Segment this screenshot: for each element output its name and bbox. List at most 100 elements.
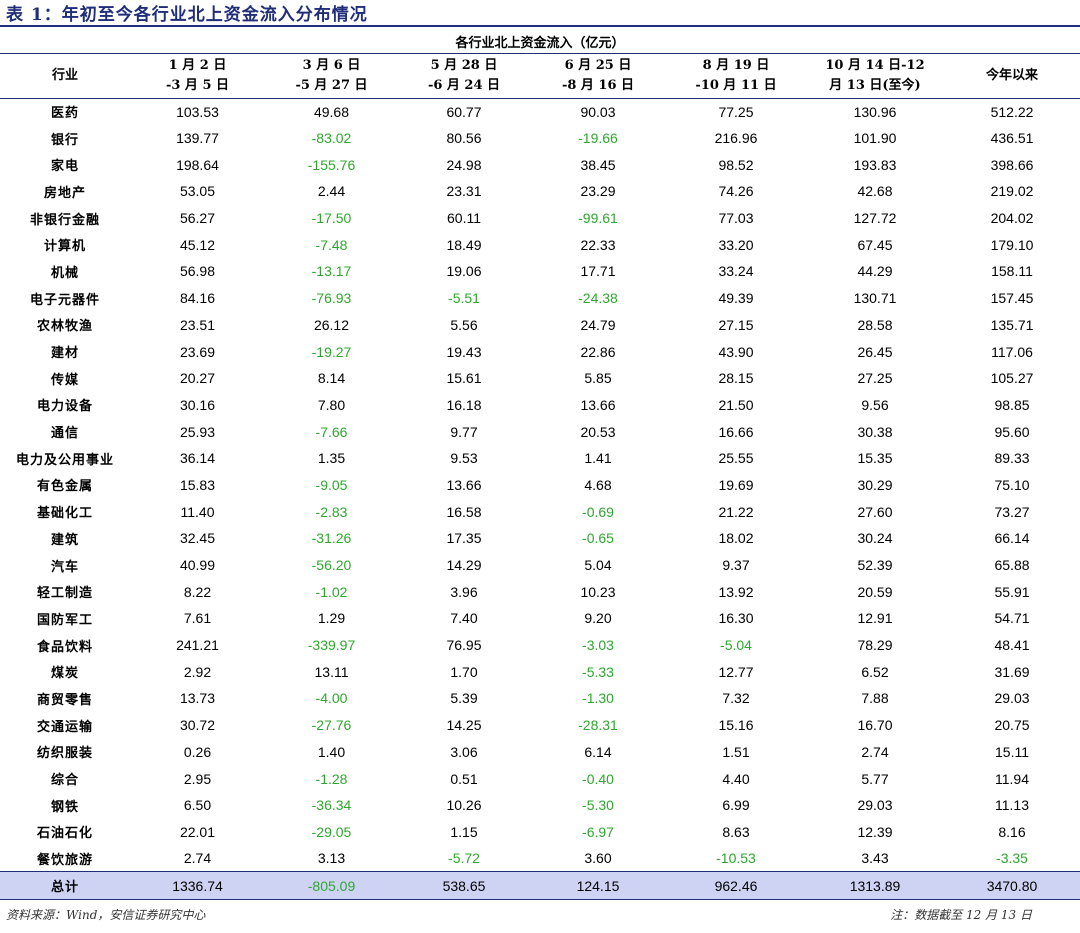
flow-value: 7.80 bbox=[317, 396, 346, 413]
flow-value: -339.97 bbox=[307, 637, 356, 654]
flow-value: -4.00 bbox=[315, 690, 348, 707]
flow-value: 27.25 bbox=[857, 370, 893, 387]
industry-name: 建筑 bbox=[50, 532, 79, 548]
flow-value: 7.61 bbox=[183, 610, 212, 627]
flow-value: 0.26 bbox=[183, 743, 212, 760]
flow-value: 24.98 bbox=[446, 156, 482, 173]
flow-value: 90.03 bbox=[580, 103, 616, 120]
flow-value: 84.16 bbox=[179, 290, 216, 307]
flow-value: 9.56 bbox=[861, 396, 889, 413]
table-body: 医药 103.53 49.68 60.77 90.03 77.25 130.96 512.22… bbox=[0, 98, 1080, 901]
flow-value: 29.03 bbox=[857, 797, 893, 814]
table-row: 家电 198.64 -155.76 24.98 38.45 98.52 193.83 398.… bbox=[0, 151, 1080, 178]
flow-value: 76.95 bbox=[446, 637, 482, 654]
flow-value: 7.40 bbox=[450, 610, 478, 627]
flow-value: 130.96 bbox=[853, 103, 897, 120]
table-row: 轻工制造 8.22 -1.02 3.96 10.23 13.92 20.59 55.91 bbox=[0, 578, 1080, 605]
flow-value: -7.48 bbox=[315, 236, 348, 253]
table-row: 医药 103.53 49.68 60.77 90.03 77.25 130.96 512.22 bbox=[0, 98, 1080, 125]
column-header-period-1: 1 月 2 日 -3 月 5 日 bbox=[130, 53, 265, 99]
flow-value: 6.14 bbox=[584, 743, 612, 760]
industry-name: 食品饮料 bbox=[36, 639, 93, 655]
total-row: 总计 1336.74 -805.09 538.65 124.15 962.46 1313.8… bbox=[0, 871, 1080, 901]
flow-value: 3.06 bbox=[450, 743, 478, 760]
flow-value: 27.60 bbox=[857, 503, 893, 520]
flow-value: 53.05 bbox=[179, 183, 216, 200]
flow-value: 25.55 bbox=[718, 450, 754, 467]
flow-value: 15.16 bbox=[718, 717, 754, 734]
flow-value: 20.75 bbox=[994, 717, 1030, 734]
flow-value: 30.24 bbox=[857, 530, 893, 547]
flow-value: 139.77 bbox=[176, 130, 219, 147]
flow-value: 5.85 bbox=[584, 370, 612, 387]
flow-value: 117.06 bbox=[991, 343, 1033, 360]
flow-value: 13.92 bbox=[718, 583, 754, 600]
industry-name: 机械 bbox=[50, 265, 79, 281]
flow-value: 32.45 bbox=[179, 530, 216, 547]
flow-value: -29.05 bbox=[311, 823, 352, 840]
table-row: 通信 25.93 -7.66 9.77 20.53 16.66 30.38 95.60 bbox=[0, 418, 1080, 445]
flow-value: -13.17 bbox=[311, 263, 352, 280]
flow-value: 28.58 bbox=[857, 316, 893, 333]
flow-value: 10.23 bbox=[580, 583, 616, 600]
table-row: 银行 139.77 -83.02 80.56 -19.66 216.96 101.90 436… bbox=[0, 125, 1080, 152]
flow-value: 98.85 bbox=[994, 396, 1030, 413]
table-row: 纺织服装 0.26 1.40 3.06 6.14 1.51 2.74 15.11 bbox=[0, 739, 1080, 766]
flow-value: 9.37 bbox=[722, 557, 750, 574]
flow-value: 36.14 bbox=[179, 450, 216, 467]
total-value: 1336.74 bbox=[130, 871, 265, 901]
flow-value: 60.11 bbox=[447, 210, 481, 227]
flow-value: 38.45 bbox=[580, 156, 616, 173]
flow-value: 30.72 bbox=[179, 717, 216, 734]
flow-value: 15.11 bbox=[995, 743, 1029, 760]
column-header-row: 行业 1 月 2 日 -3 月 5 日3 月 6 日 -5 月 27 日5 月 2… bbox=[0, 53, 1080, 99]
column-header-period-3: 5 月 28 日 -6 月 24 日 bbox=[398, 53, 530, 99]
table-title: 表 1：年初至今各行业北上资金流入分布情况 bbox=[6, 5, 368, 25]
flow-value: 216.96 bbox=[714, 130, 758, 147]
flow-value: 3.43 bbox=[861, 850, 889, 867]
industry-name: 家电 bbox=[50, 159, 79, 175]
industry-name: 轻工制造 bbox=[36, 586, 93, 602]
table-row: 电力及公用事业 36.14 1.35 9.53 1.41 25.55 15.35 89.33 bbox=[0, 445, 1080, 472]
flow-value: 23.51 bbox=[179, 316, 216, 333]
flow-value: -83.02 bbox=[311, 130, 352, 147]
flow-value: 30.38 bbox=[857, 423, 893, 440]
column-header-period-2: 3 月 6 日 -5 月 27 日 bbox=[265, 53, 398, 99]
flow-value: 20.53 bbox=[580, 423, 616, 440]
flow-value: 13.73 bbox=[179, 690, 216, 707]
flow-value: 6.99 bbox=[722, 797, 750, 814]
flow-value: -99.61 bbox=[578, 210, 618, 227]
industry-name: 钢铁 bbox=[50, 799, 79, 815]
table-row: 食品饮料 241.21 -339.97 76.95 -3.03 -5.04 78.29 48.… bbox=[0, 632, 1080, 659]
flow-value: 9.53 bbox=[450, 450, 478, 467]
flow-value: 5.56 bbox=[450, 316, 478, 333]
flow-value: 13.66 bbox=[446, 476, 482, 493]
flow-value: 33.20 bbox=[718, 236, 754, 253]
flow-value: 1.41 bbox=[584, 450, 612, 467]
footer: 资料来源：Wind，安信证券研究中心 注：数据截至 12 月 13 日 bbox=[0, 906, 1080, 926]
industry-name: 计算机 bbox=[43, 239, 86, 255]
industry-name: 煤炭 bbox=[50, 666, 79, 682]
flow-value: 5.39 bbox=[450, 690, 478, 707]
flow-value: 16.58 bbox=[446, 503, 482, 520]
flow-value: 16.66 bbox=[718, 423, 754, 440]
industry-name: 房地产 bbox=[43, 185, 86, 201]
table-row: 建材 23.69 -19.27 19.43 22.86 43.90 26.45 117.06 bbox=[0, 338, 1080, 365]
flow-value: 31.69 bbox=[994, 663, 1030, 680]
flow-value: 27.15 bbox=[718, 316, 754, 333]
flow-value: -7.66 bbox=[315, 423, 348, 440]
industry-name: 石油石化 bbox=[36, 826, 93, 842]
flow-value: -28.31 bbox=[578, 717, 618, 734]
flow-value: -5.72 bbox=[448, 850, 480, 867]
industry-flow-table: 各行业北上资金流入（亿元） 行业 1 月 2 日 -3 月 5 日3 月 6 日 … bbox=[0, 30, 1080, 901]
flow-value: -1.02 bbox=[315, 583, 348, 600]
flow-value: 75.10 bbox=[994, 476, 1030, 493]
table-row: 电力设备 30.16 7.80 16.18 13.66 21.50 9.56 98.85 bbox=[0, 392, 1080, 419]
flow-value: 54.71 bbox=[994, 610, 1030, 627]
flow-value: 77.03 bbox=[718, 210, 754, 227]
flow-value: 6.52 bbox=[861, 663, 889, 680]
industry-name: 餐饮旅游 bbox=[36, 852, 93, 868]
flow-value: 11.40 bbox=[180, 503, 215, 520]
column-header-period-4: 6 月 25 日 -8 月 16 日 bbox=[530, 53, 666, 99]
flow-value: 14.25 bbox=[446, 717, 482, 734]
